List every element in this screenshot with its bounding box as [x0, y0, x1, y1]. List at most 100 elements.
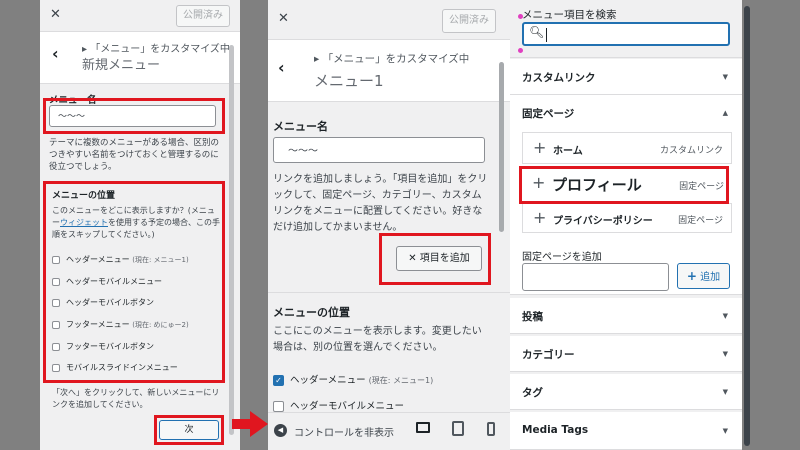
chevron-down-icon: ▼ — [722, 312, 728, 320]
section-pages: 固定ページ ▲ + ホーム カスタムリンク + プロフィール 固定ページ + プ… — [510, 95, 742, 295]
collapse-icon[interactable]: ◀ — [274, 424, 287, 437]
plus-icon: + — [533, 138, 547, 157]
menu-name-input[interactable]: 〜〜〜 — [273, 137, 485, 163]
menu-name-label: メニュー名 — [49, 95, 97, 106]
add-items-help: リンクを追加しましょう。「項目を追加」をクリックして、固定ページ、カテゴリー、カ… — [273, 174, 488, 233]
published-button[interactable]: 公開済み — [176, 5, 230, 27]
menu-name-help: テーマに複数のメニューがある場合、区別のつきやすい名前をつけておくと管理するのに… — [49, 138, 220, 172]
section-tags[interactable]: タグ ▼ — [510, 374, 742, 410]
checkbox[interactable] — [52, 298, 60, 307]
add-items-button[interactable]: ✕ 項目を追加 — [396, 246, 482, 271]
page-item-type: 固定ページ — [678, 216, 723, 226]
location-option[interactable]: モバイルスライドインメニュー — [52, 362, 178, 373]
location-option[interactable]: ヘッダーモバイルメニュー — [52, 276, 162, 287]
location-option[interactable]: ヘッダーメニュー (現在: メニュー1) — [52, 254, 189, 265]
scrollbar[interactable] — [229, 45, 234, 435]
location-help: このメニューをどこに表示しますか？(メニューウィジェットを使用する予定の場合、こ… — [52, 206, 220, 239]
location-option[interactable]: フッターメニュー (現在: めにゅー2) — [52, 319, 189, 330]
handle-dot — [518, 48, 523, 53]
plus-icon: + — [533, 208, 547, 227]
section-title: Media Tags — [522, 424, 589, 436]
page-item-name: ホーム — [553, 146, 583, 157]
close-icon: ✕ — [408, 253, 417, 264]
page-item-name: プライバシーポリシー — [553, 216, 653, 227]
mobile-preview-icon[interactable] — [487, 422, 495, 436]
search-input[interactable]: 🔍︎ — [522, 22, 730, 46]
add-page-button[interactable]: + 追加 — [677, 263, 730, 289]
search-area: メニュー項目を検索 🔍︎ — [510, 0, 742, 58]
section-categories[interactable]: カテゴリー ▼ — [510, 336, 742, 372]
page-item-type: 固定ページ — [679, 182, 724, 192]
add-page-input[interactable] — [522, 263, 669, 291]
chevron-down-icon: ▼ — [722, 388, 728, 396]
widget-link[interactable]: ウィジェット — [60, 218, 108, 227]
back-arrow-icon[interactable]: ‹ — [278, 58, 285, 77]
section-title: カテゴリー — [522, 349, 575, 361]
divider — [268, 292, 510, 293]
checkbox[interactable] — [52, 320, 60, 329]
close-icon[interactable]: ✕ — [50, 7, 61, 22]
published-button[interactable]: 公開済み — [442, 9, 496, 33]
chevron-down-icon: ▼ — [722, 350, 728, 358]
top-bar: ✕ 公開済み — [268, 0, 510, 40]
top-bar: ✕ 公開済み — [40, 0, 240, 32]
page-item[interactable]: + プライバシーポリシー 固定ページ — [522, 203, 732, 233]
tablet-preview-icon[interactable] — [452, 421, 464, 436]
section-header: ‹ ▸ 「メニュー」をカスタマイズ中 メニュー1 — [268, 40, 510, 102]
location-option[interactable]: ヘッダーモバイルメニュー — [273, 398, 404, 412]
search-label: メニュー項目を検索 — [522, 9, 617, 21]
back-arrow-icon[interactable]: ‹ — [52, 44, 59, 63]
menu-name-label: メニュー名 — [273, 120, 328, 133]
location-help: ここにこのメニューを表示します。変更したい場合は、別の位置を選んでください。 — [273, 326, 482, 353]
menu-name-input[interactable]: 〜〜〜 — [49, 105, 216, 127]
desktop-preview-icon[interactable] — [416, 422, 430, 433]
menu-name-value: 〜〜〜 — [58, 112, 86, 122]
page-title: 新規メニュー — [82, 58, 161, 73]
handle-dot — [518, 14, 523, 19]
section-title: タグ — [522, 387, 543, 399]
right-scrollbar[interactable] — [744, 6, 750, 446]
section-title: カスタムリンク — [522, 72, 596, 84]
location-label: メニューの位置 — [273, 306, 350, 319]
chevron-up-icon[interactable]: ▲ — [723, 109, 728, 117]
location-option[interactable]: ヘッダーモバイルボタン — [52, 297, 154, 308]
scrollbar[interactable] — [499, 62, 504, 232]
section-media-tags[interactable]: Media Tags ▼ — [510, 412, 742, 450]
checkbox[interactable] — [52, 342, 60, 351]
section-header: ‹ ▸ 「メニュー」をカスタマイズ中 新規メニュー — [40, 32, 240, 84]
page-item[interactable]: + ホーム カスタムリンク — [522, 132, 732, 164]
section-title[interactable]: 固定ページ — [522, 106, 574, 121]
plus-icon: + — [686, 269, 697, 283]
next-help: 「次へ」をクリックして、新しいメニューにリンクを追加してください。 — [52, 388, 220, 409]
checkbox-checked[interactable]: ✓ — [273, 375, 284, 386]
page-item[interactable]: + プロフィール 固定ページ — [522, 167, 732, 201]
breadcrumb: ▸ 「メニュー」をカスタマイズ中 — [82, 44, 230, 55]
section-posts[interactable]: 投稿 ▼ — [510, 298, 742, 334]
checkbox[interactable] — [52, 277, 60, 286]
location-label: メニューの位置 — [52, 191, 116, 201]
menu-name-value: 〜〜〜 — [288, 146, 318, 157]
chevron-down-icon: ▼ — [722, 427, 728, 435]
search-icon: 🔍︎ — [529, 25, 545, 39]
location-option[interactable]: ✓ ヘッダーメニュー (現在: メニュー1) — [273, 372, 433, 386]
plus-icon: + — [532, 173, 546, 192]
location-option[interactable]: フッターモバイルボタン — [52, 341, 154, 352]
page-title: メニュー1 — [314, 72, 384, 90]
checkbox[interactable] — [52, 255, 60, 264]
page-item-type: カスタムリンク — [659, 146, 723, 156]
text-cursor — [546, 28, 547, 42]
customizer-panel-menu1: ✕ 公開済み ‹ ▸ 「メニュー」をカスタマイズ中 メニュー1 メニュー名 〜〜… — [268, 0, 510, 450]
customizer-panel-new-menu: ✕ 公開済み ‹ ▸ 「メニュー」をカスタマイズ中 新規メニュー メニュー名 〜… — [40, 0, 240, 450]
hide-controls-label[interactable]: コントロールを非表示 — [294, 424, 394, 439]
section-custom-links[interactable]: カスタムリンク ▼ — [510, 59, 742, 95]
arrow-shaft — [232, 419, 252, 429]
add-menu-items-panel: メニュー項目を検索 🔍︎ カスタムリンク ▼ 固定ページ ▲ + ホーム カスタ… — [510, 0, 742, 450]
checkbox[interactable] — [52, 363, 60, 372]
checkbox[interactable] — [273, 401, 284, 412]
section-title: 投稿 — [522, 311, 543, 323]
next-button[interactable]: 次 — [159, 420, 219, 440]
add-page-label: 固定ページを追加 — [522, 252, 602, 263]
page-item-name: プロフィール — [552, 176, 642, 194]
chevron-down-icon: ▼ — [722, 73, 728, 81]
close-icon[interactable]: ✕ — [278, 11, 289, 26]
